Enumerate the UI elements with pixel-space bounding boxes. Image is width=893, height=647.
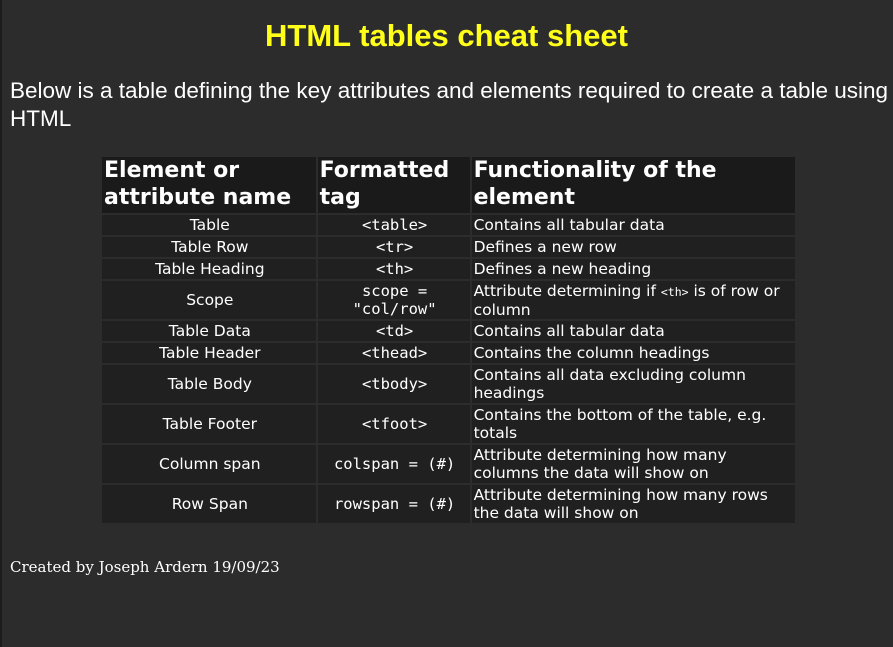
- table-row: Table Data <td> Contains all tabular dat…: [100, 319, 798, 343]
- formatted-tag-cell: <th>: [315, 257, 472, 281]
- functionality-cell: Contains the bottom of the table, e.g. t…: [469, 403, 798, 445]
- formatted-tag-cell: scope = "col/row": [315, 279, 472, 321]
- formatted-tag-cell: <table>: [315, 213, 472, 237]
- formatted-tag-cell: colspan = (#): [315, 443, 472, 485]
- table-row: Scope scope = "col/row" Attribute determ…: [100, 279, 798, 321]
- author-credit: Created by Joseph Ardern 19/09/23: [10, 558, 280, 576]
- header-element-name: Element or attribute name: [100, 155, 318, 215]
- element-name-cell: Table: [100, 213, 318, 237]
- formatted-tag-cell: rowspan = (#): [315, 483, 472, 525]
- element-name-cell: Table Row: [100, 235, 318, 259]
- formatted-tag-cell: <tbody>: [315, 363, 472, 405]
- formatted-tag-cell: <tfoot>: [315, 403, 472, 445]
- table-header-row: Element or attribute name Formatted tag …: [100, 155, 798, 215]
- functionality-cell: Attribute determining how many columns t…: [469, 443, 798, 485]
- element-name-cell: Table Body: [100, 363, 318, 405]
- formatted-tag-cell: <td>: [315, 319, 472, 343]
- table-row: Table <table> Contains all tabular data: [100, 213, 798, 237]
- functionality-text-before: Attribute determining if: [473, 281, 661, 300]
- formatted-tag-cell: <thead>: [315, 341, 472, 365]
- table-row: Table Heading <th> Defines a new heading: [100, 257, 798, 281]
- table-row: Row Span rowspan = (#) Attribute determi…: [100, 483, 798, 525]
- element-name-cell: Column span: [100, 443, 318, 485]
- functionality-cell: Contains the column headings: [469, 341, 798, 365]
- cheat-sheet-table: Element or attribute name Formatted tag …: [100, 155, 798, 525]
- functionality-cell: Attribute determining how many rows the …: [469, 483, 798, 525]
- table-row: Table Header <thead> Contains the column…: [100, 341, 798, 365]
- table-row: Table Row <tr> Defines a new row: [100, 235, 798, 259]
- functionality-cell: Contains all data excluding column headi…: [469, 363, 798, 405]
- element-name-cell: Table Heading: [100, 257, 318, 281]
- formatted-tag-cell: <tr>: [315, 235, 472, 259]
- page-title: HTML tables cheat sheet: [265, 18, 628, 53]
- inline-code: <th>: [660, 284, 689, 299]
- functionality-cell: Defines a new row: [469, 235, 798, 259]
- functionality-cell: Contains all tabular data: [469, 319, 798, 343]
- element-name-cell: Table Header: [100, 341, 318, 365]
- table-row: Column span colspan = (#) Attribute dete…: [100, 443, 798, 485]
- header-formatted-tag: Formatted tag: [315, 155, 472, 215]
- element-name-cell: Table Footer: [100, 403, 318, 445]
- functionality-cell: Attribute determining if <th> is of row …: [469, 279, 798, 321]
- element-name-cell: Row Span: [100, 483, 318, 525]
- intro-text: Below is a table defining the key attrib…: [10, 78, 889, 131]
- functionality-cell: Defines a new heading: [469, 257, 798, 281]
- header-functionality: Functionality of the element: [469, 155, 798, 215]
- window-edge: [0, 0, 2, 647]
- element-name-cell: Scope: [100, 279, 318, 321]
- table-row: Table Body <tbody> Contains all data exc…: [100, 363, 798, 405]
- functionality-cell: Contains all tabular data: [469, 213, 798, 237]
- table-row: Table Footer <tfoot> Contains the bottom…: [100, 403, 798, 445]
- element-name-cell: Table Data: [100, 319, 318, 343]
